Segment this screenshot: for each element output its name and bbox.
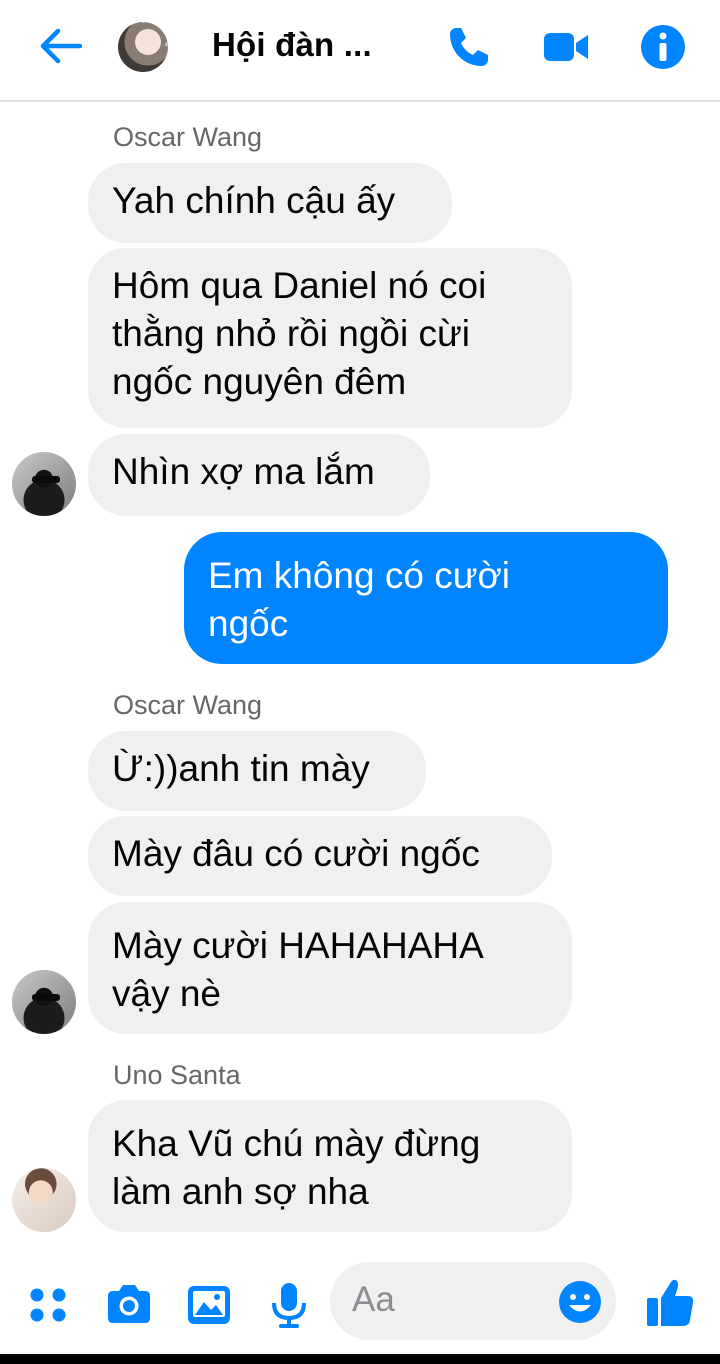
message-composer: Aa xyxy=(0,1258,720,1350)
apps-icon[interactable] xyxy=(24,1280,74,1330)
message-bubble[interactable]: Yah chính cậu ấy xyxy=(88,163,452,243)
chat-header: Hội đàn ... xyxy=(0,0,720,102)
sender-name: Oscar Wang xyxy=(113,122,263,152)
sender-name: Oscar Wang xyxy=(113,690,263,720)
image-icon[interactable] xyxy=(184,1280,234,1330)
camera-icon[interactable] xyxy=(104,1280,154,1330)
system-nav-bar xyxy=(0,1354,720,1364)
avatar[interactable] xyxy=(12,452,76,516)
info-icon[interactable] xyxy=(638,22,688,72)
message-bubble[interactable]: Ừ:))anh tin mày xyxy=(88,731,426,811)
message-bubble[interactable]: Mày đâu có cười ngốc xyxy=(88,816,552,896)
message-input-placeholder: Aa xyxy=(352,1280,395,1319)
video-camera-icon[interactable] xyxy=(540,22,590,72)
message-bubble-sent[interactable]: Em không có cười ngốc xyxy=(184,532,668,664)
avatar[interactable] xyxy=(12,1168,76,1232)
conversation-title[interactable]: Hội đàn ... xyxy=(212,26,372,64)
emoji-icon[interactable] xyxy=(556,1278,604,1326)
thumbs-up-icon[interactable] xyxy=(644,1276,696,1330)
message-bubble[interactable]: Kha Vũ chú mày đừng làm anh sợ nha xyxy=(88,1100,572,1232)
avatar[interactable] xyxy=(12,970,76,1034)
microphone-icon[interactable] xyxy=(264,1280,314,1330)
message-bubble[interactable]: Hôm qua Daniel nó coi thằng nhỏ rồi ngồi… xyxy=(88,248,572,428)
message-bubble[interactable]: Nhìn xợ ma lắm xyxy=(88,434,430,516)
message-bubble[interactable]: Mày cười HAHAHAHA vậy nè xyxy=(88,902,572,1034)
phone-icon[interactable] xyxy=(444,22,494,72)
sender-name: Uno Santa xyxy=(113,1060,241,1090)
back-arrow-icon[interactable] xyxy=(38,26,82,66)
group-avatar[interactable] xyxy=(118,22,168,72)
